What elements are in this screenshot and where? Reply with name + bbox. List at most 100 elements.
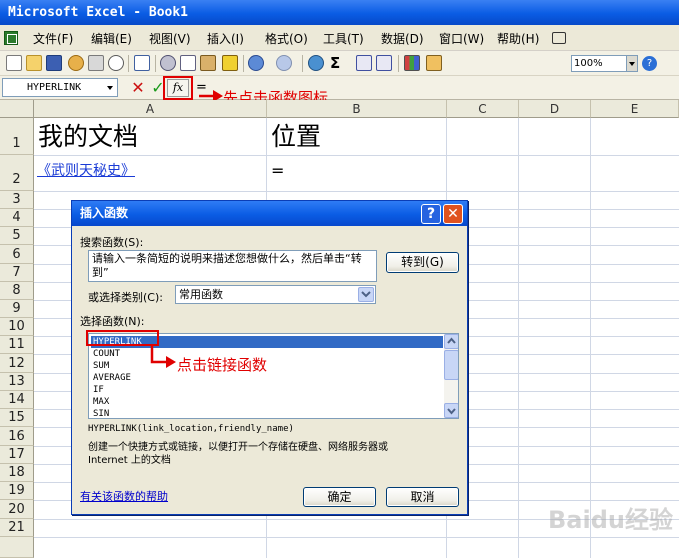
format-painter-icon[interactable] — [222, 55, 238, 71]
menu-data[interactable]: 数据(D) — [381, 30, 424, 48]
zoom-dropdown-button[interactable] — [626, 55, 638, 72]
chevron-down-icon — [447, 408, 456, 415]
cell-a2-hyperlink[interactable]: 《武则天秘史》 — [37, 162, 135, 180]
ok-button[interactable]: 确定 — [303, 487, 376, 507]
row-header-8[interactable]: 8 — [0, 282, 34, 300]
cancel-icon[interactable]: ✕ — [130, 78, 146, 97]
list-item-if[interactable]: IF — [91, 384, 443, 396]
list-hint-annotation: 点击链接函数 — [177, 356, 268, 374]
row-header-11[interactable]: 11 — [0, 336, 34, 354]
go-button[interactable]: 转到(G) — [386, 252, 459, 273]
row-header-1[interactable]: 1 — [0, 118, 34, 155]
list-item-sin[interactable]: SIN — [91, 408, 443, 418]
category-select[interactable]: 常用函数 — [175, 285, 376, 304]
cell-b2[interactable]: = — [271, 162, 284, 180]
menu-format[interactable]: 格式(O) — [265, 30, 308, 48]
gridline — [34, 537, 679, 538]
menu-tools[interactable]: 工具(T) — [323, 30, 364, 48]
menu-bar: 文件(F) 编辑(E) 视图(V) 插入(I) 格式(O) 工具(T) 数据(D… — [0, 25, 679, 51]
menu-insert[interactable]: 插入(I) — [207, 30, 244, 48]
insert-function-icon[interactable]: fx — [167, 79, 189, 97]
function-help-link[interactable]: 有关该函数的帮助 — [80, 488, 168, 504]
gridline — [34, 155, 679, 156]
print-preview-icon[interactable] — [108, 55, 124, 71]
row-header-14[interactable]: 14 — [0, 391, 34, 409]
menu-edit[interactable]: 编辑(E) — [91, 30, 132, 48]
row-header-17[interactable]: 17 — [0, 446, 34, 464]
chevron-down-icon — [361, 291, 371, 298]
row-header-4[interactable]: 4 — [0, 209, 34, 227]
open-icon[interactable] — [26, 55, 42, 71]
row-header-18[interactable]: 18 — [0, 464, 34, 482]
category-label: 或选择类别(C): — [88, 291, 163, 304]
menu-window[interactable]: 窗口(W) — [439, 30, 484, 48]
toolbar-separator — [302, 55, 303, 72]
chart-wizard-icon[interactable] — [404, 55, 420, 71]
sort-asc-icon[interactable] — [356, 55, 372, 71]
autosum-icon[interactable]: Σ — [330, 55, 346, 71]
drawing-icon[interactable] — [426, 55, 442, 71]
search-function-input[interactable]: 请输入一条简短的说明来描述您想做什么，然后单击“转到” — [88, 250, 377, 282]
dialog-title-bar: 插入函数 — [72, 201, 467, 226]
save-icon[interactable] — [46, 55, 62, 71]
paste-icon[interactable] — [200, 55, 216, 71]
cell-a1[interactable]: 我的文档 — [38, 120, 138, 154]
print-icon[interactable] — [88, 55, 104, 71]
row-header-20[interactable]: 20 — [0, 500, 34, 519]
camera-icon[interactable] — [552, 32, 566, 44]
row-header-19[interactable]: 19 — [0, 482, 34, 500]
excel-document-icon[interactable] — [4, 31, 18, 45]
toolbar-separator — [155, 55, 156, 72]
copy-icon[interactable] — [180, 55, 196, 71]
cancel-button[interactable]: 取消 — [386, 487, 459, 507]
row-header-22[interactable] — [0, 537, 34, 558]
row-header-5[interactable]: 5 — [0, 227, 34, 245]
row-header-13[interactable]: 13 — [0, 373, 34, 391]
row-header-16[interactable]: 16 — [0, 427, 34, 446]
column-header-c[interactable]: C — [447, 100, 519, 118]
column-header-b[interactable]: B — [267, 100, 447, 118]
select-all-corner[interactable] — [0, 100, 34, 118]
row-header-21[interactable]: 21 — [0, 519, 34, 537]
row-header-6[interactable]: 6 — [0, 245, 34, 264]
row-header-9[interactable]: 9 — [0, 300, 34, 318]
window-title: Microsoft Excel - Book1 — [8, 5, 189, 20]
gridline — [34, 191, 679, 192]
toolbar-separator — [243, 55, 244, 72]
scroll-down-button[interactable] — [444, 403, 458, 418]
name-box-dropdown[interactable] — [104, 79, 117, 96]
column-header-d[interactable]: D — [519, 100, 591, 118]
hyperlink-icon[interactable] — [308, 55, 324, 71]
undo-icon[interactable] — [248, 55, 264, 71]
category-dropdown-button[interactable] — [358, 287, 374, 302]
scroll-thumb[interactable] — [444, 350, 458, 380]
menu-help[interactable]: 帮助(H) — [497, 30, 539, 48]
row-header-15[interactable]: 15 — [0, 409, 34, 427]
dialog-close-button[interactable]: ✕ — [443, 204, 463, 224]
new-icon[interactable] — [6, 55, 22, 71]
cut-icon[interactable] — [160, 55, 176, 71]
spelling-icon[interactable] — [134, 55, 150, 71]
sort-desc-icon[interactable] — [376, 55, 392, 71]
help-icon[interactable]: ? — [642, 56, 657, 71]
dialog-help-button[interactable]: ? — [421, 204, 441, 224]
zoom-combo[interactable]: 100% — [571, 55, 627, 72]
menu-view[interactable]: 视图(V) — [149, 30, 191, 48]
row-header-7[interactable]: 7 — [0, 264, 34, 282]
list-item-max[interactable]: MAX — [91, 396, 443, 408]
redo-icon[interactable] — [276, 55, 292, 71]
row-header-10[interactable]: 10 — [0, 318, 34, 336]
cell-b1[interactable]: 位置 — [271, 120, 321, 154]
baidu-watermark: Baidu经验 — [548, 500, 673, 535]
column-header-a[interactable]: A — [34, 100, 267, 118]
scroll-up-button[interactable] — [444, 334, 458, 349]
row-header-2[interactable]: 2 — [0, 155, 34, 191]
toolbar-separator — [398, 55, 399, 72]
row-header-12[interactable]: 12 — [0, 354, 34, 373]
permission-icon[interactable] — [68, 55, 84, 71]
column-header-e[interactable]: E — [591, 100, 679, 118]
menu-file[interactable]: 文件(F) — [33, 30, 73, 48]
watermark-text: Baidu经验 — [548, 506, 673, 534]
row-header-3[interactable]: 3 — [0, 191, 34, 209]
name-box[interactable]: HYPERLINK — [2, 78, 118, 97]
